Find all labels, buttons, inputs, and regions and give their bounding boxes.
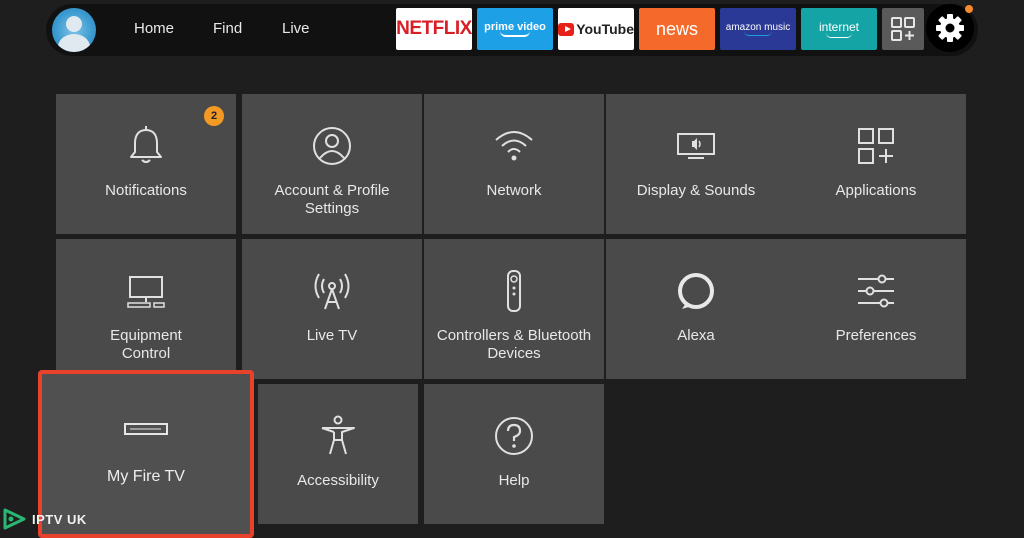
settings-alexa[interactable]: Alexa: [606, 239, 786, 379]
nav-home[interactable]: Home: [134, 20, 174, 37]
alexa-icon: [678, 273, 714, 309]
live-tv-label: Live TV: [306, 327, 358, 344]
display-sound-icon: [677, 133, 715, 159]
controllers-bluetooth-label: Controllers & Bluetooth Devices: [436, 327, 592, 362]
app-tile-youtube[interactable]: YouTube: [558, 8, 634, 50]
settings-live-tv[interactable]: Live TV: [242, 239, 422, 379]
settings-equipment-control[interactable]: Equipment Control: [56, 239, 236, 379]
account-profile-label: Account & Profile Settings: [274, 182, 390, 217]
alexa-label: Alexa: [677, 327, 715, 344]
prime-smile-icon: [500, 31, 530, 37]
applications-label: Applications: [835, 182, 917, 199]
accessibility-icon: [321, 415, 355, 455]
internet-smile-icon: [826, 33, 852, 38]
settings-account-profile[interactable]: Account & Profile Settings: [242, 94, 422, 234]
sliders-icon: [858, 274, 894, 308]
app-tile-prime-video[interactable]: prime video: [477, 8, 553, 50]
user-circle-icon: [313, 127, 351, 165]
monitor-icon: [127, 276, 165, 308]
nav-live[interactable]: Live: [282, 20, 310, 37]
notifications-label: Notifications: [105, 182, 187, 199]
netflix-label: NETFLIX: [396, 18, 472, 39]
apps-grid-icon: [891, 17, 915, 41]
app-tile-netflix[interactable]: NETFLIX: [396, 8, 472, 50]
equipment-control-label: Equipment Control: [110, 327, 182, 362]
profile-avatar[interactable]: [52, 8, 96, 52]
youtube-label: YouTube: [576, 21, 634, 37]
music-smile-icon: [744, 31, 772, 36]
settings-notification-dot: [965, 5, 973, 13]
watermark: IPTV UK: [2, 502, 102, 536]
bell-icon: [130, 126, 162, 163]
help-icon: [495, 417, 533, 455]
display-sounds-label: Display & Sounds: [636, 182, 756, 199]
network-label: Network: [486, 182, 542, 199]
help-label: Help: [498, 472, 530, 489]
my-fire-tv-label: My Fire TV: [107, 468, 185, 485]
settings-network[interactable]: Network: [424, 94, 604, 234]
settings-accessibility[interactable]: Accessibility: [258, 384, 418, 524]
nav-find[interactable]: Find: [213, 20, 242, 37]
app-tile-internet[interactable]: internet: [801, 8, 877, 50]
settings-controllers-bluetooth[interactable]: Controllers & Bluetooth Devices: [424, 239, 604, 379]
iptv-logo-icon: [3, 508, 26, 530]
settings-preferences[interactable]: Preferences: [786, 239, 966, 379]
settings-help[interactable]: Help: [424, 384, 604, 524]
watermark-label: IPTV UK: [32, 511, 87, 527]
accessibility-label: Accessibility: [297, 472, 379, 489]
settings-display-sounds[interactable]: Display & Sounds: [606, 94, 786, 234]
fire-tv-device-icon: [124, 423, 168, 435]
settings-applications[interactable]: Applications: [786, 94, 966, 234]
news-label: news: [655, 18, 699, 39]
antenna-icon: [314, 273, 350, 310]
notification-count-badge: 2: [204, 106, 224, 126]
internet-label: internet: [818, 20, 860, 34]
app-tile-news[interactable]: news: [639, 8, 715, 50]
wifi-icon: [495, 131, 533, 161]
app-tile-amazon-music[interactable]: amazon music: [720, 8, 796, 50]
youtube-play-icon: [558, 22, 575, 36]
remote-icon: [507, 270, 521, 312]
apps-button[interactable]: [882, 8, 924, 50]
apps-grid-icon: [858, 128, 894, 164]
preferences-label: Preferences: [835, 327, 917, 344]
